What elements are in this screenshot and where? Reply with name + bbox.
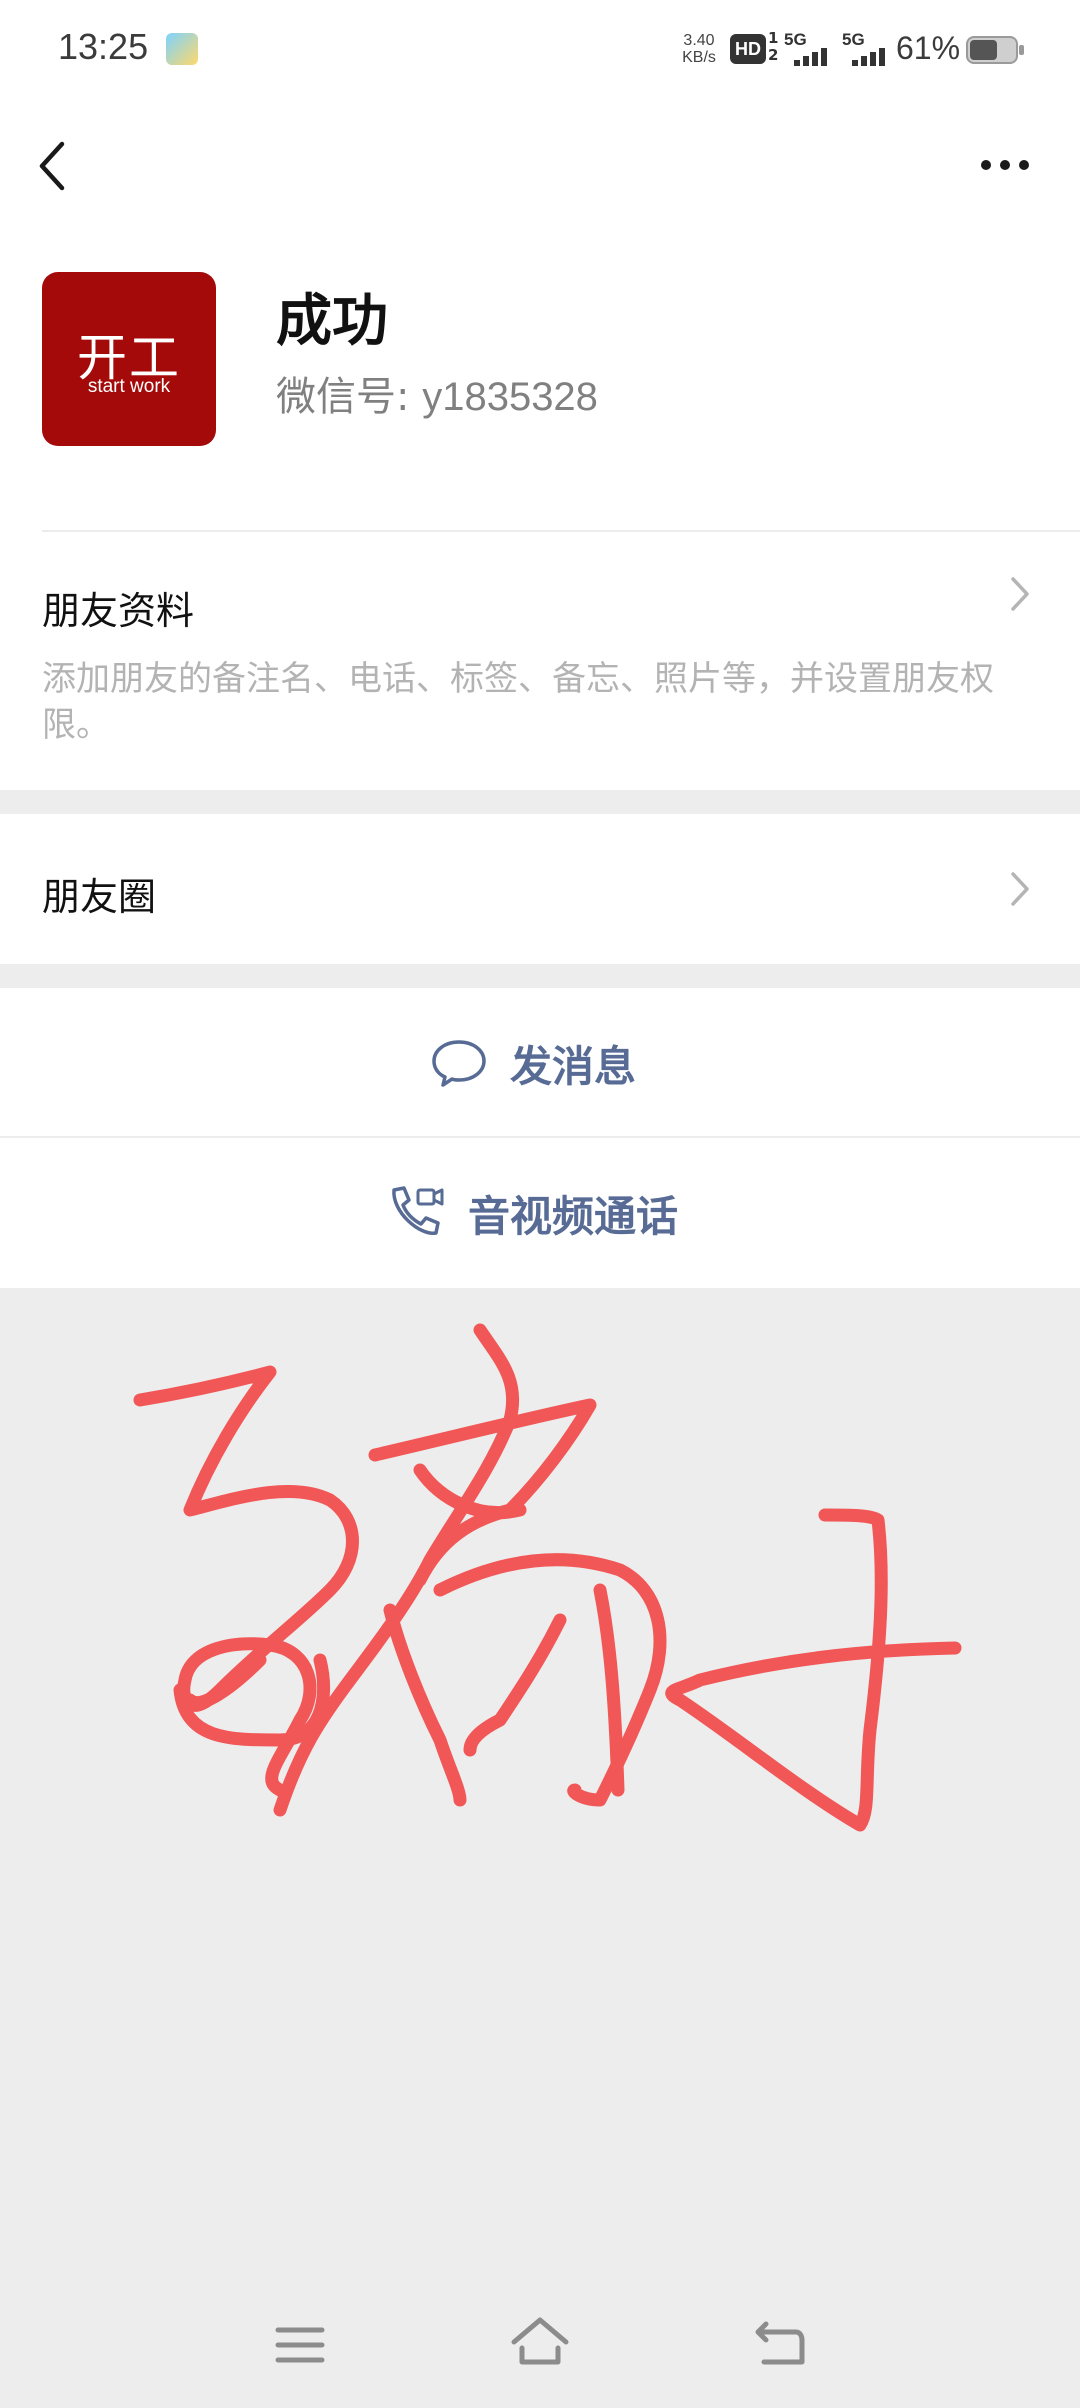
avatar[interactable]: 开工 start work <box>42 272 216 446</box>
avatar-text-sub: start work <box>87 376 171 397</box>
moments-title: 朋友圈 <box>42 875 157 919</box>
nickname: 成功 <box>276 289 388 354</box>
hd-voice-icon: HD <box>730 34 766 64</box>
signal-1-label: 5G <box>784 30 807 49</box>
status-time: 13:25 <box>58 26 149 67</box>
friend-info-description: 添加朋友的备注名、电话、标签、备忘、照片等，并设置朋友权限。 <box>42 659 994 745</box>
phone-video-icon <box>392 1186 444 1235</box>
send-message-button[interactable]: 发消息 <box>0 988 1080 1138</box>
network-speed-unit: KB/s <box>682 49 716 66</box>
friend-info-cell[interactable]: 朋友资料 添加朋友的备注名、电话、标签、备忘、照片等，并设置朋友权限。 <box>0 532 1080 790</box>
status-bar: 13:25 3.40 KB/s HD 1 2 5G 5G 61% <box>0 0 1080 100</box>
section-gap <box>0 790 1080 814</box>
wechat-id-value: y1835328 <box>422 375 598 419</box>
signal-2-icon: 5G <box>842 30 904 66</box>
hd-sim-index: 1 2 <box>768 30 778 64</box>
contact-profile-screen: 13:25 3.40 KB/s HD 1 2 5G 5G 61% 开工 star… <box>0 0 1080 2408</box>
network-speed: 3.40 KB/s <box>676 32 722 66</box>
signal-2-label: 5G <box>842 30 865 49</box>
more-options-button[interactable] <box>970 140 1040 190</box>
back-nav-icon[interactable] <box>752 2316 808 2370</box>
moments-cell[interactable]: 朋友圈 <box>0 814 1080 964</box>
audio-video-call-label: 音视频通话 <box>468 1191 679 1241</box>
home-icon[interactable] <box>508 2314 572 2370</box>
chevron-left-icon <box>39 141 65 191</box>
nav-bar <box>0 100 1080 230</box>
menu-icon[interactable] <box>272 2320 328 2370</box>
profile-header: 开工 start work 成功 微信号: y1835328 <box>0 230 1080 532</box>
wechat-id-label: 微信号: <box>276 374 410 420</box>
chevron-right-icon <box>1011 872 1029 906</box>
wechat-id: 微信号: y1835328 <box>276 364 598 422</box>
battery-fill <box>970 40 997 60</box>
section-gap <box>0 964 1080 988</box>
audio-video-call-button[interactable]: 音视频通话 <box>0 1138 1080 1288</box>
chat-bubble-icon <box>432 1040 486 1087</box>
hd-sim-top: 1 <box>768 29 779 47</box>
battery-icon <box>966 36 1024 64</box>
battery-percent: 61% <box>896 30 961 66</box>
friend-info-title: 朋友资料 <box>42 589 195 633</box>
system-navigation-bar <box>0 2290 1080 2400</box>
hd-sim-bottom: 2 <box>768 46 779 64</box>
app-notification-icon <box>166 33 198 65</box>
more-horizontal-icon <box>981 160 1029 170</box>
back-button[interactable] <box>28 130 88 200</box>
network-speed-value: 3.40 <box>683 32 715 49</box>
chevron-right-icon <box>1011 577 1029 611</box>
signal-1-icon: 5G <box>784 30 846 66</box>
send-message-label: 发消息 <box>510 1041 637 1091</box>
